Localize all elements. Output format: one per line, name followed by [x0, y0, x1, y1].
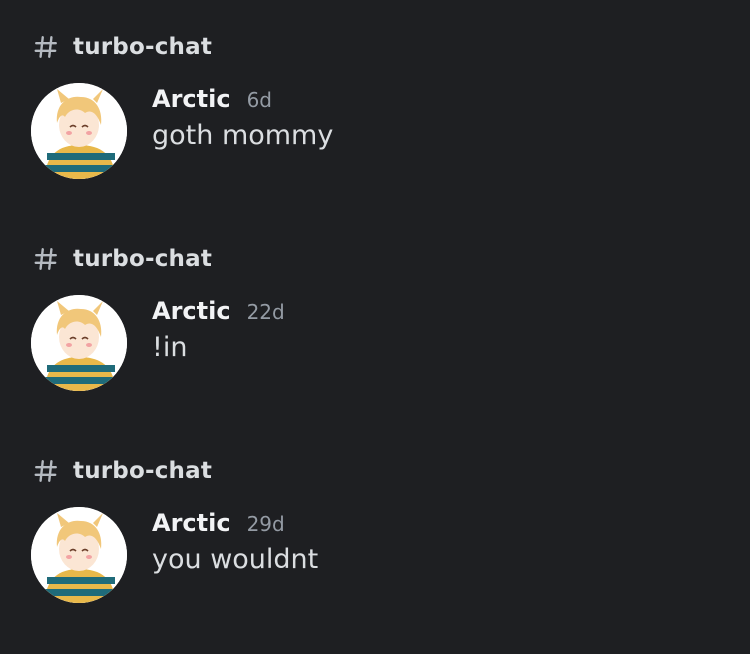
message-header: Arctic 22d	[152, 297, 285, 325]
author-name[interactable]: Arctic	[152, 509, 231, 537]
channel-link[interactable]: turbo-chat	[33, 242, 212, 276]
search-results-list: turbo-chat Arctic 6d goth mommy turbo-ch…	[0, 0, 750, 654]
channel-link[interactable]: turbo-chat	[33, 30, 212, 64]
hash-icon	[33, 34, 59, 60]
author-name[interactable]: Arctic	[152, 85, 231, 113]
hash-icon	[33, 458, 59, 484]
user-avatar[interactable]	[31, 83, 127, 179]
timestamp: 22d	[246, 300, 285, 324]
search-result[interactable]: turbo-chat Arctic 6d goth mommy	[0, 30, 750, 220]
user-avatar[interactable]	[31, 295, 127, 391]
message-content: !in	[152, 332, 188, 363]
message-content: you wouldnt	[152, 544, 319, 575]
channel-name: turbo-chat	[73, 458, 213, 484]
channel-name: turbo-chat	[73, 246, 213, 272]
timestamp: 6d	[246, 88, 272, 112]
message-header: Arctic 6d	[152, 85, 272, 113]
user-avatar[interactable]	[31, 507, 127, 603]
hash-icon	[33, 246, 59, 272]
channel-name: turbo-chat	[73, 34, 213, 60]
message-header: Arctic 29d	[152, 509, 285, 537]
author-name[interactable]: Arctic	[152, 297, 231, 325]
channel-link[interactable]: turbo-chat	[33, 454, 212, 488]
search-result[interactable]: turbo-chat Arctic 22d !in	[0, 242, 750, 432]
message-content: goth mommy	[152, 120, 334, 151]
search-result[interactable]: turbo-chat Arctic 29d you wouldnt	[0, 454, 750, 644]
timestamp: 29d	[246, 512, 285, 536]
